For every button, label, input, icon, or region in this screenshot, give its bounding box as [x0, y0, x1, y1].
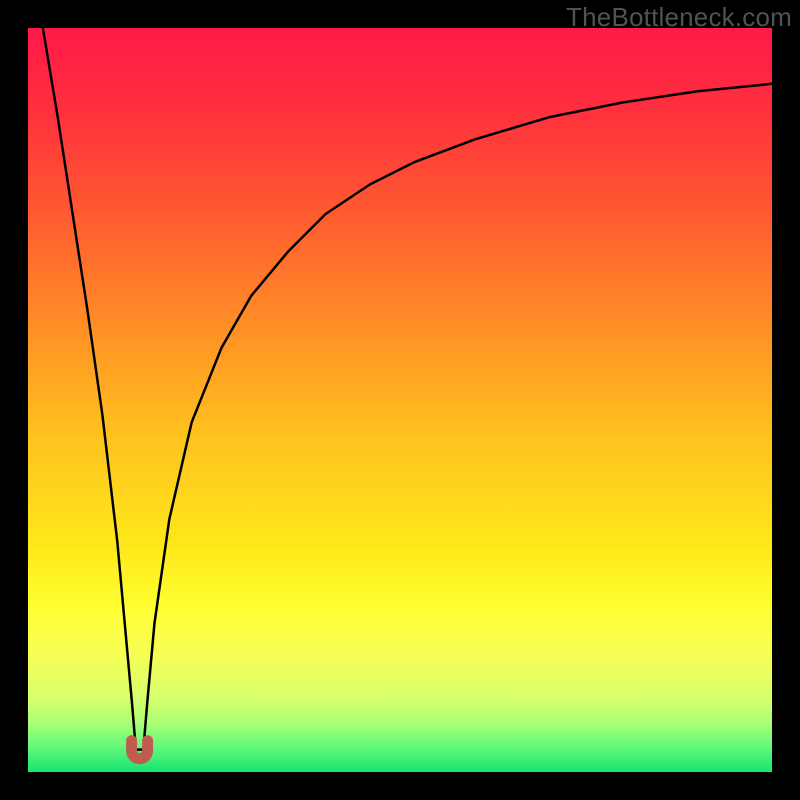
chart-svg [28, 28, 772, 772]
watermark-text: TheBottleneck.com [566, 2, 792, 33]
chart-plot-area [28, 28, 772, 772]
chart-background-gradient [28, 28, 772, 772]
chart-frame: TheBottleneck.com [0, 0, 800, 800]
